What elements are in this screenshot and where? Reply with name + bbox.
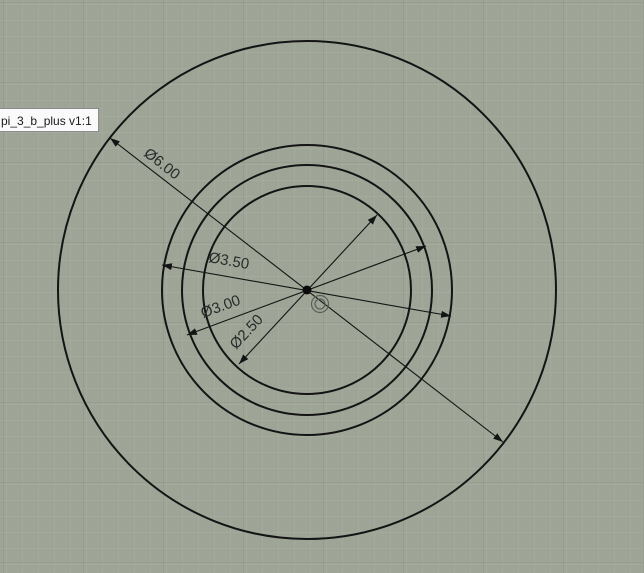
- component-label[interactable]: pi_3_b_plus v1:1: [0, 108, 99, 132]
- center-point[interactable]: [302, 285, 312, 295]
- sketch-canvas[interactable]: Ø6.00 Ø3.50 Ø3.00 Ø2.50: [0, 0, 644, 573]
- grid-background: [0, 0, 644, 573]
